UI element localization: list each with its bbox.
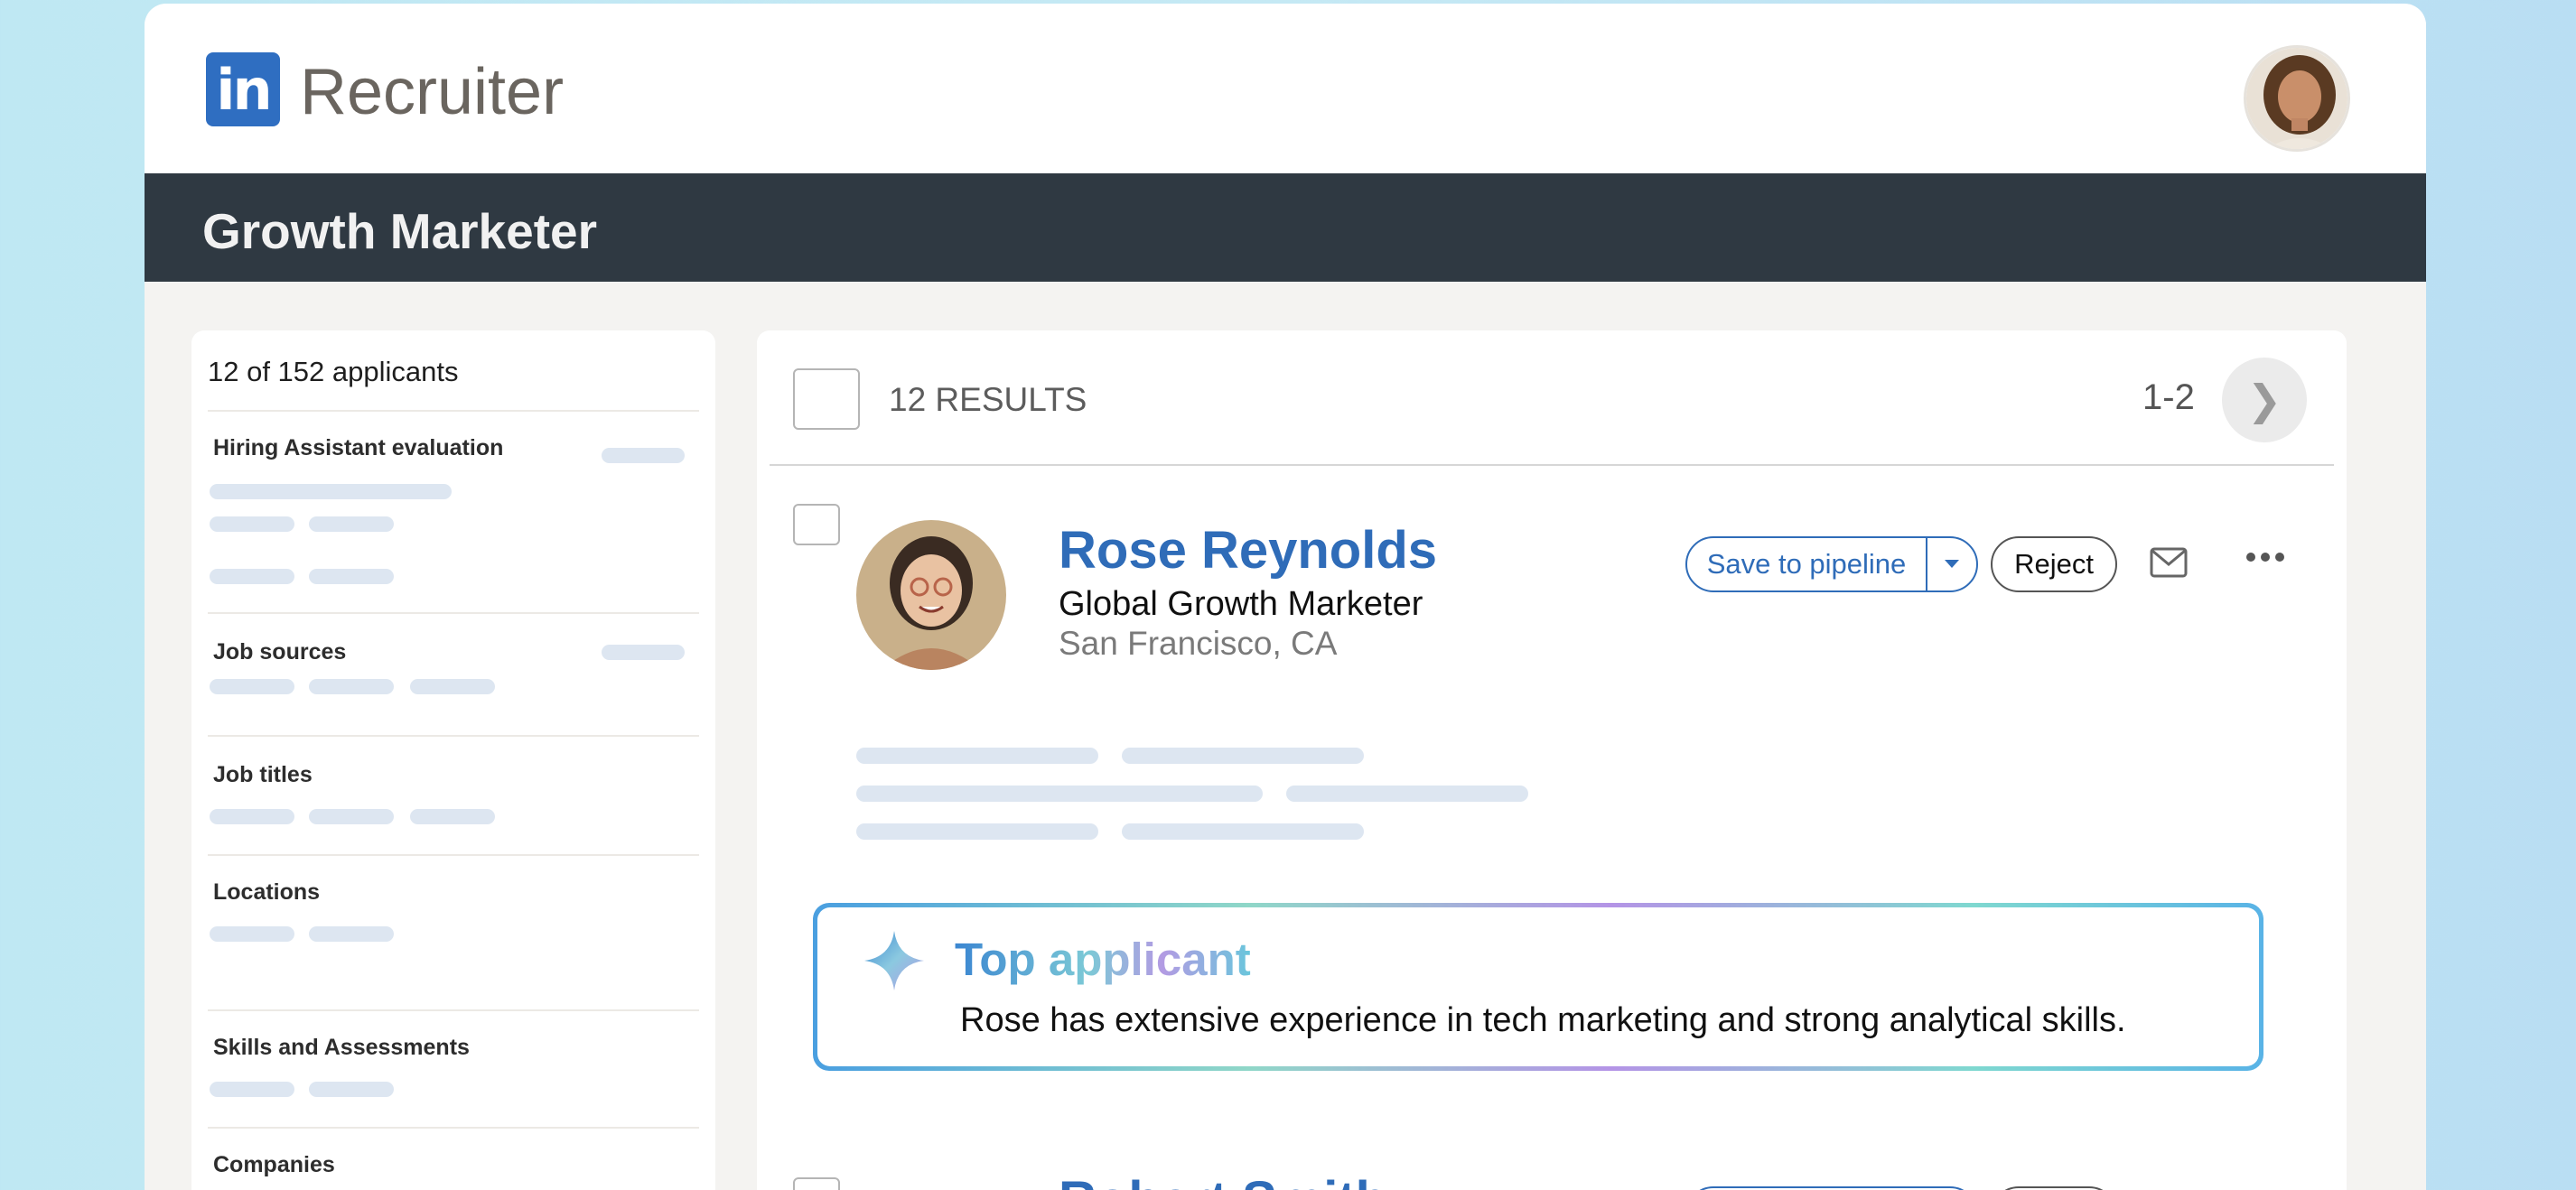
skeleton-placeholder (1286, 786, 1528, 802)
results-count: 12 RESULTS (889, 381, 1087, 418)
more-options-icon[interactable] (2245, 551, 2285, 567)
job-title-bar: Growth Marketer (145, 173, 2426, 282)
skeleton-placeholder (210, 809, 294, 824)
user-avatar[interactable] (2244, 45, 2350, 152)
ai-sparkle-icon (864, 931, 924, 995)
skeleton-placeholder (309, 569, 394, 584)
skeleton-placeholder (309, 516, 394, 532)
message-envelope-icon[interactable] (2150, 547, 2188, 582)
filter-companies[interactable]: Companies (213, 1152, 335, 1178)
skeleton-placeholder (410, 809, 495, 824)
app-title: Recruiter (300, 56, 565, 128)
skeleton-placeholder (602, 448, 685, 463)
next-page-button[interactable]: ❯ (2222, 358, 2307, 442)
skeleton-placeholder (410, 679, 495, 694)
divider (208, 854, 699, 856)
job-title: Growth Marketer (202, 203, 598, 259)
skeleton-placeholder (856, 823, 1098, 840)
applicant-count: 12 of 152 applicants (208, 356, 459, 387)
divider (208, 612, 699, 614)
select-all-checkbox[interactable] (793, 368, 860, 430)
top-applicant-summary: Rose has extensive experience in tech ma… (960, 1001, 2126, 1039)
filter-job-sources[interactable]: Job sources (213, 639, 346, 665)
skeleton-placeholder (210, 569, 294, 584)
divider (770, 464, 2334, 466)
filter-locations[interactable]: Locations (213, 879, 320, 906)
candidate-avatar[interactable] (856, 520, 1006, 670)
reject-button[interactable] (1991, 1186, 2117, 1190)
skeleton-placeholder (210, 1082, 294, 1097)
skeleton-placeholder (1122, 748, 1364, 764)
candidate-name-link[interactable]: Robert Smith (1059, 1170, 1387, 1190)
skeleton-placeholder (210, 484, 452, 499)
save-to-pipeline-split-button: Save to pipeline (1685, 536, 1978, 592)
filter-hiring-assistant-evaluation[interactable]: Hiring Assistant evaluation (213, 435, 503, 461)
page-range: 1-2 (2142, 377, 2195, 417)
save-to-pipeline-button[interactable]: Save to pipeline (1687, 538, 1927, 590)
candidate-location: San Francisco, CA (1059, 625, 1338, 662)
skeleton-placeholder (309, 809, 394, 824)
skeleton-placeholder (309, 679, 394, 694)
candidate-checkbox[interactable] (793, 1177, 840, 1190)
linkedin-logo-icon[interactable]: in (206, 52, 280, 126)
candidate-name-link[interactable]: Rose Reynolds (1059, 520, 1437, 581)
candidate-checkbox[interactable] (793, 504, 840, 545)
skeleton-placeholder (210, 516, 294, 532)
divider (208, 1127, 699, 1129)
skeleton-placeholder (309, 1082, 394, 1097)
recruiter-window: in Recruiter Growth Marketer 12 of 152 a… (145, 4, 2426, 1190)
divider (208, 410, 699, 412)
skeleton-placeholder (856, 748, 1098, 764)
skeleton-placeholder (309, 926, 394, 942)
top-applicant-callout: Top applicant Rose has extensive experie… (813, 903, 2263, 1071)
skeleton-placeholder (856, 786, 1263, 802)
skeleton-placeholder (210, 926, 294, 942)
filter-sidebar: 12 of 152 applicants Hiring Assistant ev… (191, 330, 715, 1190)
pipeline-dropdown-caret-icon[interactable] (1927, 538, 1976, 590)
divider (208, 735, 699, 737)
candidate-headline: Global Growth Marketer (1059, 585, 1423, 623)
top-navbar: in Recruiter (145, 4, 2426, 173)
save-to-pipeline-split-button[interactable] (1685, 1186, 1978, 1190)
skeleton-placeholder (1122, 823, 1364, 840)
skeleton-placeholder (210, 679, 294, 694)
divider (208, 1009, 699, 1011)
filter-skills-and-assessments[interactable]: Skills and Assessments (213, 1035, 470, 1061)
reject-button[interactable]: Reject (1991, 536, 2117, 592)
results-panel: 12 RESULTS 1-2 ❯ Rose Reynolds Global Gr… (757, 330, 2347, 1190)
skeleton-placeholder (602, 645, 685, 660)
filter-job-titles[interactable]: Job titles (213, 762, 313, 788)
top-applicant-heading: Top applicant (955, 934, 1251, 985)
